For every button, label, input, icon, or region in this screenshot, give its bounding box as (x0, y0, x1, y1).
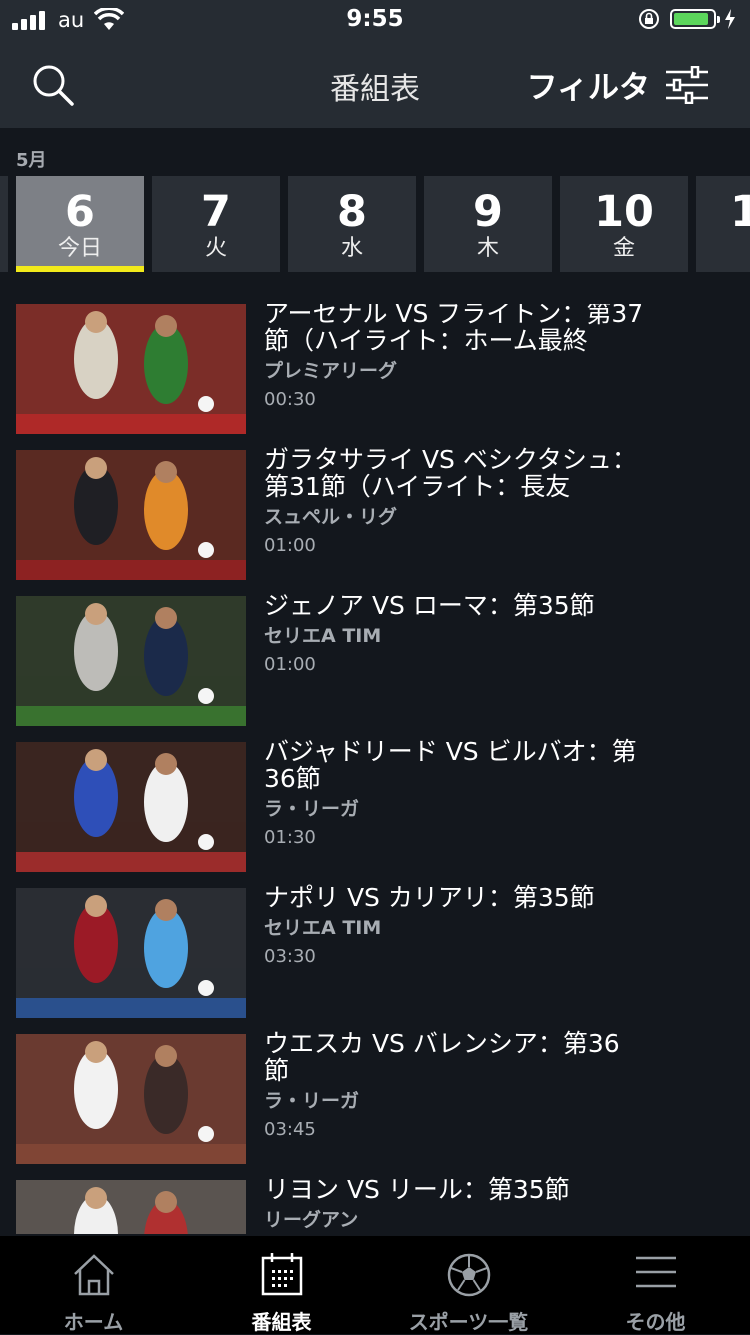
program-league: セリエA TIM (264, 625, 382, 647)
program-title: ジェノア VS ローマ：第35節 (264, 592, 595, 619)
program-item[interactable]: ウエスカ VS バレンシア：第36節ラ・リーガ 03:45 (0, 1030, 750, 1164)
tab-home-label: ホーム (63, 1310, 124, 1334)
filter-button[interactable]: フィルタ (527, 62, 710, 107)
program-info: バジャドリード VS ビルバオ：第36節ラ・リーガ 01:30 (264, 738, 644, 849)
program-time: 01:00 (264, 654, 316, 675)
program-list: アーセナル VS ブライトン：第37節（ハイライト：ホーム最終プレミアリーグ 00… (0, 304, 750, 1234)
program-title: ナポリ VS カリアリ：第35節 (264, 884, 595, 911)
program-item[interactable]: ジェノア VS ローマ：第35節セリエA TIM 01:00 (0, 592, 750, 726)
date-tile[interactable]: 11 (696, 176, 750, 272)
date-weekday: 水 (340, 236, 363, 261)
menu-icon (635, 1256, 676, 1288)
program-item[interactable]: バジャドリード VS ビルバオ：第36節ラ・リーガ 01:30 (0, 738, 750, 872)
date-number: 6 (65, 187, 95, 237)
date-tile[interactable]: 9木 (424, 176, 552, 272)
program-league: ラ・リーガ (264, 798, 360, 820)
orientation-lock-icon (639, 9, 659, 29)
program-info: アーセナル VS ブライトン：第37節（ハイライト：ホーム最終プレミアリーグ 00… (264, 304, 644, 411)
date-tile[interactable]: 10 金 (560, 176, 688, 272)
date-tile[interactable]: 7火 (152, 176, 280, 272)
program-item[interactable]: ガラタサライ VS ベシクタシュ：第31節（ハイライト：長友スュペル・リグ 01:… (0, 446, 750, 580)
date-tile[interactable]: 8水 (288, 176, 416, 272)
tab-more-label: その他 (625, 1310, 686, 1334)
tab-schedule[interactable]: 番組表 (188, 1236, 375, 1334)
date-weekday: 金 (612, 236, 635, 261)
date-tile-previous[interactable] (0, 176, 8, 272)
date-weekday: 今日 (57, 236, 102, 261)
program-league: プレミアリーグ (264, 360, 398, 382)
filter-label: フィルタ (526, 70, 650, 106)
soccer-ball-icon (447, 1253, 490, 1297)
date-number: 8 (337, 187, 367, 237)
status-bar: au 9:55 (0, 0, 750, 40)
program-info: リヨン VS リール：第35節リーグアン (264, 1176, 644, 1234)
tab-sports[interactable]: スポーツ一覧 (375, 1236, 562, 1334)
program-info: ガラタサライ VS ベシクタシュ：第31節（ハイライト：長友スュペル・リグ 01:… (264, 446, 644, 557)
program-thumbnail (16, 742, 246, 872)
program-title: アーセナル VS ブライトン：第37節（ハイライト：ホーム最終 (264, 304, 644, 354)
program-time: 01:00 (264, 535, 316, 556)
nav-bar: 番組表 フィルタ (0, 40, 750, 128)
program-title: リヨン VS リール：第35節 (264, 1176, 570, 1203)
program-item[interactable]: ナポリ VS カリアリ：第35節セリエA TIM 03:30 (0, 884, 750, 1018)
program-thumbnail (16, 450, 246, 580)
program-time: 00:30 (264, 389, 316, 410)
date-weekday: 火 (204, 236, 227, 261)
program-time: 03:45 (264, 1119, 316, 1140)
program-item[interactable]: アーセナル VS ブライトン：第37節（ハイライト：ホーム最終プレミアリーグ 00… (0, 304, 750, 434)
date-number: 10 (594, 187, 654, 237)
program-thumbnail (16, 1034, 246, 1164)
program-thumbnail (16, 1180, 246, 1234)
status-right (638, 8, 736, 30)
program-thumbnail (16, 304, 246, 434)
date-weekday: 木 (476, 236, 499, 261)
month-label: 5月 (16, 150, 47, 171)
tab-bar: ホーム 番組表 スポーツ一覧 その他 (0, 1236, 750, 1334)
tab-sports-label: スポーツ一覧 (408, 1310, 529, 1334)
calendar-icon (261, 1253, 302, 1296)
tab-schedule-label: 番組表 (251, 1310, 312, 1334)
program-title: バジャドリード VS ビルバオ：第36節 (264, 738, 637, 792)
tab-more[interactable]: その他 (562, 1236, 749, 1334)
tab-home[interactable]: ホーム (0, 1236, 187, 1334)
date-selector: 6今日7火8水9木10金11 (0, 176, 750, 272)
battery-icon (670, 9, 720, 29)
program-time: 01:30 (264, 827, 316, 848)
battery-fill (674, 13, 709, 25)
date-number: 7 (201, 187, 231, 237)
program-info: ナポリ VS カリアリ：第35節セリエA TIM 03:30 (264, 884, 644, 968)
program-league: ラ・リーガ (264, 1090, 360, 1112)
program-thumbnail (16, 888, 246, 1018)
date-tile[interactable]: 6 今日 (16, 176, 144, 272)
program-league: リーグアン (264, 1209, 359, 1231)
program-thumbnail (16, 596, 246, 726)
home-icon (73, 1254, 114, 1296)
program-league: スュペル・リグ (264, 506, 398, 528)
program-info: ジェノア VS ローマ：第35節セリエA TIM 01:00 (264, 592, 644, 676)
program-info: ウエスカ VS バレンシア：第36節ラ・リーガ 03:45 (264, 1030, 644, 1141)
filter-sliders-icon (666, 65, 708, 104)
program-title: ウエスカ VS バレンシア：第36節 (264, 1030, 620, 1084)
program-item[interactable]: リヨン VS リール：第35節リーグアン (0, 1176, 750, 1234)
program-time: 03:30 (264, 946, 316, 967)
program-title: ガラタサライ VS ベシクタシュ：第31節（ハイライト：長友 (264, 446, 637, 500)
charging-icon (725, 9, 735, 29)
program-league: セリエA TIM (264, 917, 382, 939)
date-number: 9 (473, 187, 503, 237)
date-number: 11 (730, 187, 750, 237)
